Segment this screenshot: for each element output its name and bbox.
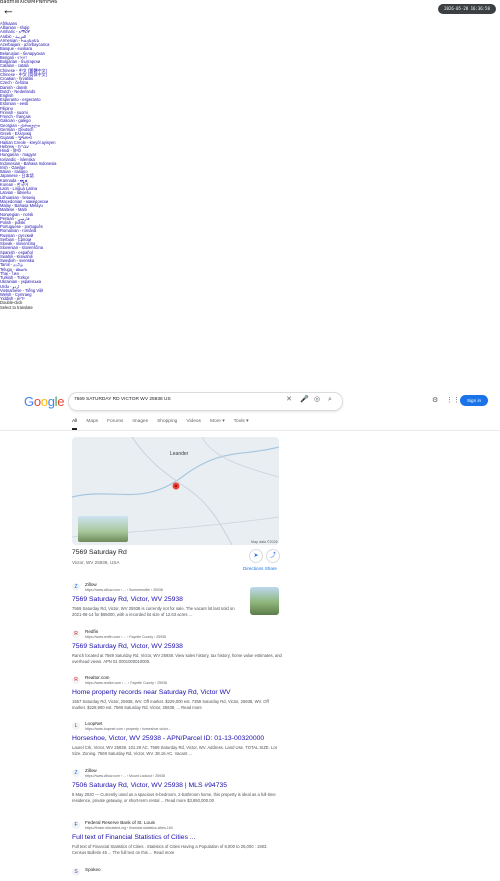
apps-grid-icon[interactable]: ⋮⋮	[446, 396, 460, 404]
result-snippet: 7569 Saturday Rd, Victor, WV 25938 is cu…	[72, 606, 235, 617]
result-site-name: Zillow	[85, 768, 97, 773]
site-favicon-icon: L	[72, 722, 80, 730]
tab-maps[interactable]: Maps	[86, 419, 98, 430]
result-snippet: Ranch located at 7569 Saturday Rd, Victo…	[72, 653, 282, 664]
result-title-link[interactable]: 7569 Saturday Rd, Victor, WV 25938	[72, 596, 242, 604]
result-title-link[interactable]: Horseshoe, Victor, WV 25938 - APN/Parcel…	[72, 735, 282, 743]
result-url: https://www.zillow.com › ... › Mount Loo…	[85, 774, 165, 778]
result-site-name: Federal Reserve Bank of St. Louis	[85, 820, 155, 825]
result-site-name: Redfin	[85, 629, 99, 634]
result-title-link[interactable]: 7506 Saturday Rd, Victor, WV 25938 | MLS…	[72, 782, 282, 790]
result-source[interactable]: R Redfin https://www.redfin.com › ... › Fa…	[72, 629, 282, 640]
sign-in-button[interactable]: Sign in	[460, 395, 488, 406]
search-result: Z Zillow https://www.zillow.com › ... › Su…	[72, 582, 242, 618]
result-title-link[interactable]: Full text of Financial Statistics of Cit…	[72, 834, 282, 842]
site-favicon-icon: Z	[72, 769, 80, 777]
result-url: https://www.realtor.com › ... › Fayette …	[85, 681, 167, 685]
map-copyright: Map data ©2026	[251, 540, 278, 544]
result-url: https://fraser.stlouisfed.org › financia…	[85, 826, 173, 830]
top-bar	[0, 0, 500, 16]
result-snippet: Full text of Financial Statistics of Cit…	[72, 844, 268, 855]
search-result: S Spokeo	[72, 867, 282, 881]
map-place-label: Leander	[170, 451, 189, 457]
result-site-name: Spokeo	[85, 867, 101, 872]
result-title-link[interactable]: Home property records near Saturday Rd, …	[72, 689, 282, 697]
place-address: Victor, WV 25938, USA	[72, 560, 120, 565]
result-source[interactable]: Z Zillow https://www.zillow.com › ... › Su…	[72, 582, 242, 593]
result-source[interactable]: Z Zillow https://www.zillow.com › ... › Mo…	[72, 768, 282, 779]
lens-icon[interactable]: ◎	[313, 396, 321, 404]
site-favicon-icon: Z	[72, 583, 80, 591]
place-actions[interactable]: Directions Share	[243, 566, 277, 571]
place-title: 7569 Saturday Rd	[72, 549, 127, 556]
language-list: Afrikaans Albanian - shqip Amharic - አማርኛ A…	[0, 21, 100, 310]
search-result: R Realtor.com https://www.realtor.com › ..…	[72, 675, 282, 711]
search-result: F Federal Reserve Bank of St. Louis https:…	[72, 820, 282, 856]
tab-images[interactable]: Images	[132, 419, 148, 430]
site-favicon-icon: F	[72, 821, 80, 829]
site-favicon-icon: R	[72, 630, 80, 638]
result-source[interactable]: S Spokeo	[72, 867, 282, 878]
search-tabs: All Maps Forums Images Shopping Videos More ▾ T…	[72, 419, 258, 430]
result-snippet: 8 May 2020 — Currently used as a spaciou…	[72, 792, 276, 803]
mic-icon[interactable]: 🎤	[300, 396, 309, 404]
gear-icon[interactable]: ⚙	[432, 396, 438, 404]
result-source[interactable]: L LoopNet https://www.loopnet.com › proper…	[72, 721, 282, 732]
site-favicon-icon: R	[72, 676, 80, 684]
tabs-divider	[0, 430, 500, 431]
result-url: https://www.redfin.com › ... › Fayette C…	[85, 635, 166, 639]
tab-all[interactable]: All	[72, 419, 78, 430]
tab-forums[interactable]: Forums	[107, 419, 123, 430]
overlay-text: BadmWXicwMPNmHA6	[0, 0, 58, 5]
translate-hint: Select to translate	[0, 304, 33, 310]
search-result: R Redfin https://www.redfin.com › ... › Fa…	[72, 629, 282, 665]
search-result: Z Zillow https://www.zillow.com › ... › Mo…	[72, 768, 282, 804]
result-url: https://www.zillow.com › ... › Summersvi…	[85, 588, 163, 592]
search-result: L LoopNet https://www.loopnet.com › proper…	[72, 721, 282, 757]
result-thumbnail[interactable]	[250, 587, 279, 615]
site-favicon-icon: S	[72, 868, 80, 876]
clear-icon[interactable]: ✕	[285, 396, 293, 404]
tab-videos[interactable]: Videos	[186, 419, 201, 430]
search-input[interactable]: 7569 SATURDAY RD VICTOR WV 25938 US	[74, 397, 171, 402]
result-title-link[interactable]: 7569 Saturday Rd, Victor, WV 25938	[72, 643, 282, 651]
clock-badge: 2026-05-28 16:36:58	[438, 4, 496, 14]
result-snippet: 1557 Saturday Rd, Victor, 25938, WV. Off…	[72, 699, 269, 710]
street-view-thumbnail[interactable]	[78, 516, 128, 542]
google-logo[interactable]: Google	[24, 394, 64, 409]
result-snippet: Laurel Crk, Victor, WV 25938. 101.29 AC.…	[72, 745, 277, 756]
search-icon[interactable]: ⌕	[326, 396, 334, 404]
directions-icon[interactable]: ➤	[249, 549, 263, 563]
tab-shopping[interactable]: Shopping	[157, 419, 177, 430]
result-site-name: LoopNet	[85, 721, 103, 726]
result-site-name: Zillow	[85, 582, 97, 587]
share-icon[interactable]: ⤴	[266, 549, 280, 563]
result-url: https://www.loopnet.com › property › hor…	[85, 727, 171, 731]
tab-more[interactable]: More ▾	[210, 419, 225, 430]
result-source[interactable]: F Federal Reserve Bank of St. Louis https:…	[72, 820, 282, 831]
result-source[interactable]: R Realtor.com https://www.realtor.com › ..…	[72, 675, 282, 686]
clock-text: 2026-05-28 16:36:58	[444, 6, 490, 11]
result-site-name: Realtor.com	[85, 675, 110, 680]
tab-tools[interactable]: Tools ▾	[234, 419, 249, 430]
